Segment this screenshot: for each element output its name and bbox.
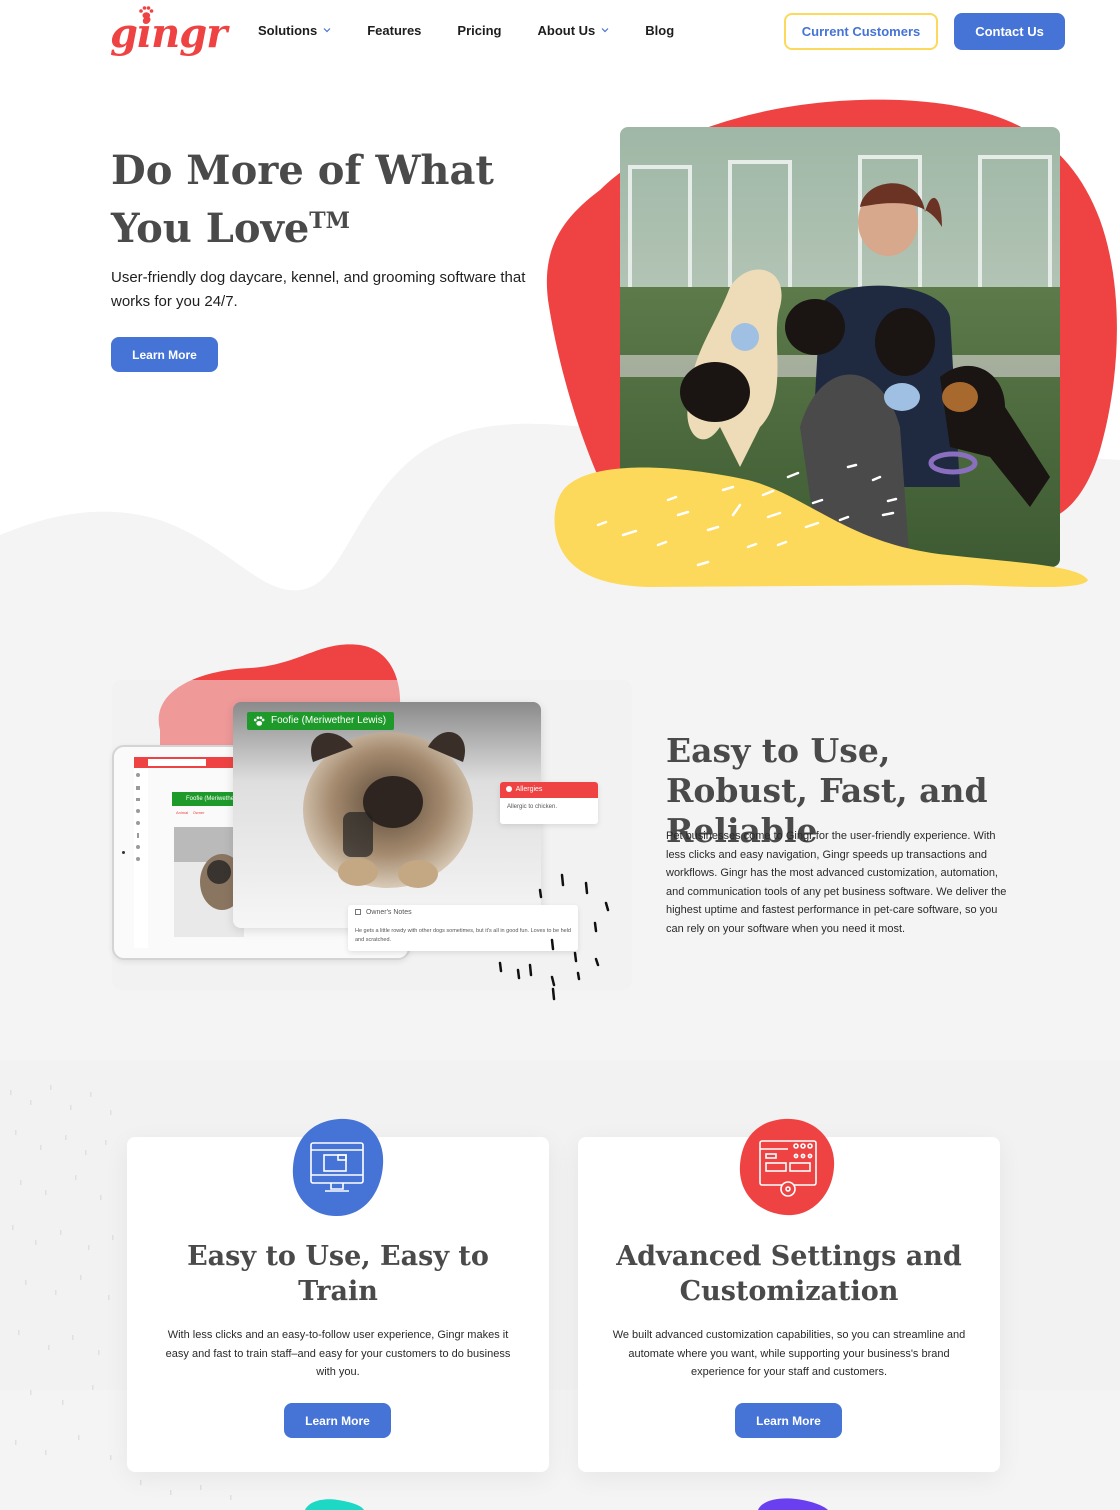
- allergies-text: Allergic to chicken.: [507, 804, 558, 810]
- pet-name-label: Foofie (Meriwether Lewis): [271, 715, 387, 726]
- trademark-mark: TM: [309, 208, 350, 234]
- feature-body: With less clicks and an easy-to-follow u…: [165, 1329, 511, 1378]
- feature-learn-more-button[interactable]: Learn More: [284, 1403, 391, 1438]
- gingr-logo[interactable]: gingr: [110, 6, 227, 60]
- contact-us-button[interactable]: Contact Us: [954, 13, 1065, 50]
- nav-features[interactable]: Features: [367, 20, 421, 40]
- edit-icon: [355, 909, 361, 915]
- nav-label: Features: [367, 22, 422, 38]
- hero-yellow-blob: [554, 463, 1088, 588]
- nav-label: About Us: [537, 22, 596, 38]
- tablet-tab-owner: Owner: [192, 810, 205, 815]
- monitor-icon-badge: [292, 1118, 384, 1217]
- paw-icon: [139, 6, 154, 19]
- hero-title-line1: Do More of What: [111, 147, 494, 194]
- nav-about-us[interactable]: About Us: [538, 20, 610, 40]
- nav-label: Pricing: [457, 22, 502, 38]
- tablet-tabs: Animal Owner: [176, 810, 204, 815]
- current-customers-button[interactable]: Current Customers: [784, 13, 938, 50]
- hero-title-line2: You Love: [111, 205, 310, 252]
- nav-solutions[interactable]: Solutions: [258, 20, 331, 40]
- allergies-header: Allergies: [500, 782, 598, 798]
- allergies-title: Allergies: [515, 786, 543, 793]
- tablet-tab-animal: Animal: [176, 810, 189, 815]
- logo-wordmark: gingr: [110, 10, 227, 57]
- hero-learn-more-button[interactable]: Learn More: [111, 337, 218, 372]
- hero-subtitle: User-friendly dog daycare, kennel, and g…: [111, 269, 526, 310]
- site-header: gingr Solutions Features Pricing About U…: [0, 0, 1120, 64]
- nav-blog[interactable]: Blog: [645, 20, 674, 40]
- feature-learn-more-button[interactable]: Learn More: [735, 1403, 842, 1438]
- feature-body: We built advanced customization capabili…: [612, 1329, 966, 1378]
- dash-decoration: [498, 873, 610, 1001]
- nav-pricing[interactable]: Pricing: [457, 20, 501, 40]
- main-nav: Solutions Features Pricing About Us Blog: [258, 20, 710, 40]
- tablet-app-sidebar: [134, 768, 148, 948]
- feature-card-easy-to-use: Easy to Use, Easy to Train With less cli…: [127, 1118, 549, 1472]
- info-icon: [506, 786, 512, 792]
- tablet-search-field: [148, 759, 206, 766]
- allergies-card: Allergies Allergic to chicken.: [500, 782, 598, 824]
- feature-card-advanced-settings: Advanced Settings and Customization We b…: [578, 1118, 1000, 1472]
- tablet-camera: [122, 851, 125, 854]
- tablet-sidebar-icons: [136, 773, 140, 861]
- chevron-down-icon: [323, 28, 331, 33]
- nav-label: Solutions: [258, 22, 318, 38]
- settings-window-icon-badge: [739, 1118, 835, 1216]
- feature-title: Easy to Use, Easy to Train: [187, 1241, 489, 1307]
- feature-title: Advanced Settings and Customization: [616, 1241, 962, 1307]
- paw-icon: [253, 715, 265, 726]
- hero-title: Do More of What You LoveTM: [111, 146, 531, 254]
- chevron-down-icon: [601, 28, 609, 33]
- owners-notes-title: Owner's Notes: [365, 909, 412, 916]
- pet-name-tag: Foofie (Meriwether Lewis): [247, 712, 395, 730]
- showcase-body: Pet businesses come to Gingr for the use…: [666, 830, 1007, 935]
- nav-label: Blog: [645, 22, 675, 38]
